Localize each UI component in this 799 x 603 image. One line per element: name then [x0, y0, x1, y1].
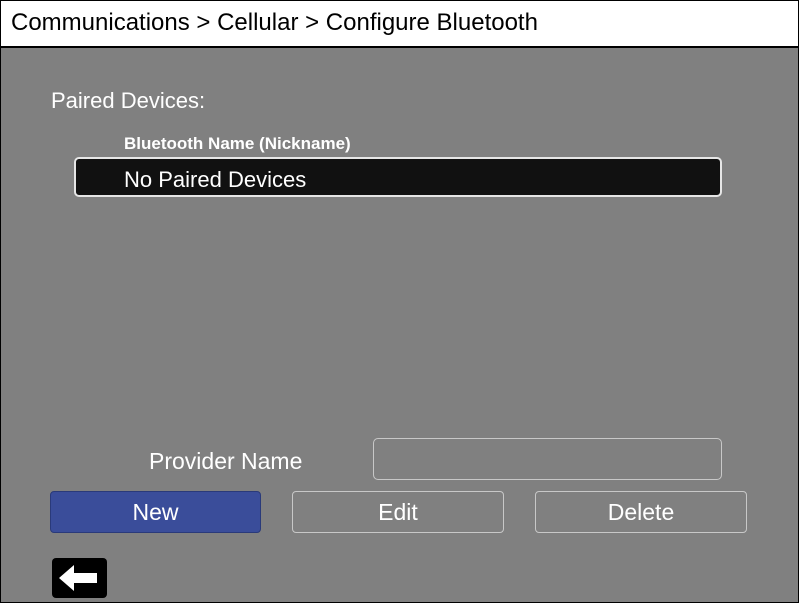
arrow-left-icon [59, 565, 97, 591]
paired-devices-label: Paired Devices: [51, 88, 206, 113]
provider-name-input[interactable] [373, 438, 722, 480]
screen: Communications > Cellular > Configure Bl… [0, 0, 799, 603]
title-bar: Communications > Cellular > Configure Bl… [1, 1, 798, 48]
paired-device-label: No Paired Devices [124, 167, 307, 192]
edit-button[interactable]: Edit [292, 491, 504, 533]
paired-device-list-item[interactable]: No Paired Devices [74, 157, 722, 197]
new-button[interactable]: New [50, 491, 261, 533]
provider-name-label: Provider Name [149, 448, 303, 474]
breadcrumb: Communications > Cellular > Configure Bl… [11, 9, 538, 36]
bluetooth-name-column-header: Bluetooth Name (Nickname) [124, 134, 351, 153]
delete-button[interactable]: Delete [535, 491, 747, 533]
back-button[interactable] [52, 558, 107, 598]
